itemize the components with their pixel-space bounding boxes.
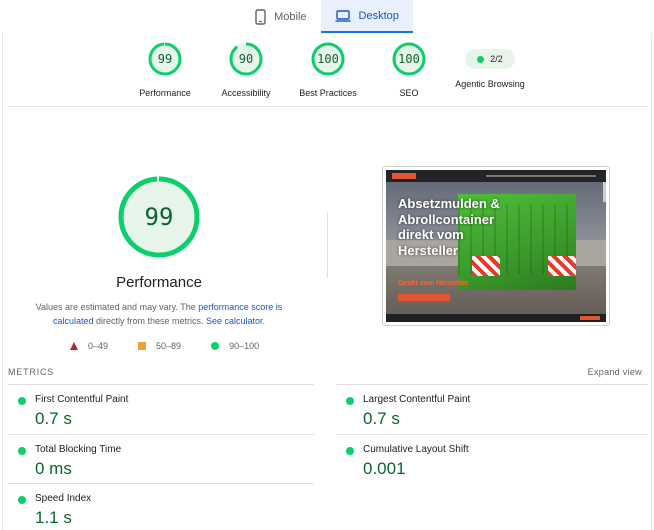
legend-range: 90–100: [229, 341, 260, 351]
gauge-ring: 90: [229, 42, 263, 76]
pass-circle-icon: [18, 447, 26, 455]
gauge-ring: 100: [392, 42, 426, 76]
gauge-label: SEO: [399, 88, 419, 98]
performance-score: 99: [144, 203, 174, 231]
performance-gauge: 99: [118, 176, 200, 258]
warning-stripe: [472, 256, 500, 276]
screenshot-nav-links: [486, 175, 596, 177]
metric-name: Total Blocking Time: [35, 444, 122, 455]
desc-text: Values are estimated and may vary. The: [35, 302, 199, 312]
screenshot-subline: Direkt vom Hersteller: [398, 280, 469, 287]
metric-cls: Cumulative Layout Shift 0.001: [336, 434, 648, 484]
screenshot-cta: [398, 294, 450, 301]
phone-icon: [255, 8, 266, 25]
tab-desktop[interactable]: Desktop: [320, 0, 413, 33]
circle-icon: [211, 342, 220, 350]
metrics-title: METRICS: [8, 367, 55, 377]
expand-view-button[interactable]: Expand view: [588, 367, 642, 377]
pass-circle-icon: [346, 447, 354, 455]
legend-range: 50–89: [156, 341, 182, 351]
section-divider: [8, 106, 648, 107]
metric-name: Cumulative Layout Shift: [363, 444, 469, 455]
screenshot-scrollbar: [603, 182, 606, 202]
desc-text: .: [262, 316, 266, 326]
performance-title: Performance: [116, 274, 202, 291]
tab-mobile-label: Mobile: [274, 10, 307, 23]
gauge-seo[interactable]: 100 SEO: [364, 42, 454, 98]
gauge-ring: 99: [148, 42, 182, 76]
screenshot-logo: [392, 173, 416, 179]
gauge-label: Agentic Browsing: [455, 79, 525, 89]
screenshot-image: Absetzmulden & Abrollcontainer direkt vo…: [386, 170, 606, 322]
vertical-divider: [327, 212, 328, 278]
gauge-label: Performance: [139, 88, 191, 98]
metric-name: First Contentful Paint: [35, 394, 129, 405]
gauge-label: Accessibility: [221, 88, 271, 98]
metric-name: Speed Index: [35, 493, 92, 504]
screenshot-footer-button: [580, 316, 600, 320]
screenshot-nav: [386, 170, 606, 182]
legend-pass: 90–100: [211, 341, 259, 351]
warning-stripe: [548, 256, 576, 276]
metric-value: 0.7 s: [35, 409, 72, 428]
metric-fcp: First Contentful Paint 0.7 s: [8, 384, 314, 434]
metric-value: 1.1 s: [35, 508, 72, 527]
metric-value: 0.7 s: [363, 409, 400, 428]
gauge-agentic-browsing[interactable]: 2/2 Agentic Browsing: [445, 42, 535, 89]
final-screenshot[interactable]: Absetzmulden & Abrollcontainer direkt vo…: [382, 166, 610, 326]
metric-speed-index: Speed Index 1.1 s: [8, 483, 314, 530]
metric-value: 0 ms: [35, 459, 72, 478]
legend-range: 0–49: [88, 341, 109, 351]
tab-mobile[interactable]: Mobile: [241, 0, 320, 33]
legend-average: 50–89: [138, 341, 181, 351]
device-tabs: Mobile Desktop: [0, 0, 654, 33]
gauge-best-practices[interactable]: 100 Best Practices: [283, 42, 373, 98]
gauge-label: Best Practices: [299, 88, 357, 98]
agentic-score: 2/2: [490, 54, 503, 64]
metrics-header: METRICS Expand view: [8, 367, 642, 381]
category-gauges: 99 Performance 90 Accessibility 100 Best…: [120, 42, 550, 102]
gauge-score: 100: [398, 52, 420, 66]
screenshot-footer: [386, 314, 606, 322]
metric-name: Largest Contentful Paint: [363, 394, 471, 405]
agentic-pill: 2/2: [465, 49, 515, 69]
gauge-accessibility[interactable]: 90 Accessibility: [201, 42, 291, 98]
pass-circle-icon: [346, 397, 354, 405]
gauge-score: 90: [238, 52, 254, 66]
see-calculator-link[interactable]: See calculator: [206, 316, 263, 326]
screenshot-headline: Absetzmulden & Abrollcontainer direkt vo…: [398, 196, 500, 258]
tab-desktop-label: Desktop: [358, 9, 399, 22]
performance-description: Values are estimated and may vary. The p…: [30, 300, 288, 328]
desc-text: directly from these metrics.: [93, 316, 206, 326]
legend-fail: 0–49: [70, 341, 108, 351]
metric-value: 0.001: [363, 459, 406, 478]
metric-tbt: Total Blocking Time 0 ms: [8, 434, 314, 484]
metric-lcp: Largest Contentful Paint 0.7 s: [336, 384, 648, 434]
pass-circle-icon: [18, 496, 26, 504]
pass-dot-icon: [477, 55, 485, 63]
square-icon: [138, 342, 147, 350]
score-legend: 0–49 50–89 90–100: [70, 340, 259, 352]
pass-circle-icon: [18, 397, 26, 405]
laptop-icon: [335, 9, 351, 22]
gauge-ring: 100: [311, 42, 345, 76]
gauge-score: 99: [157, 52, 173, 66]
triangle-icon: [70, 342, 78, 350]
gauge-score: 100: [317, 52, 339, 66]
gauge-performance[interactable]: 99 Performance: [120, 42, 210, 98]
